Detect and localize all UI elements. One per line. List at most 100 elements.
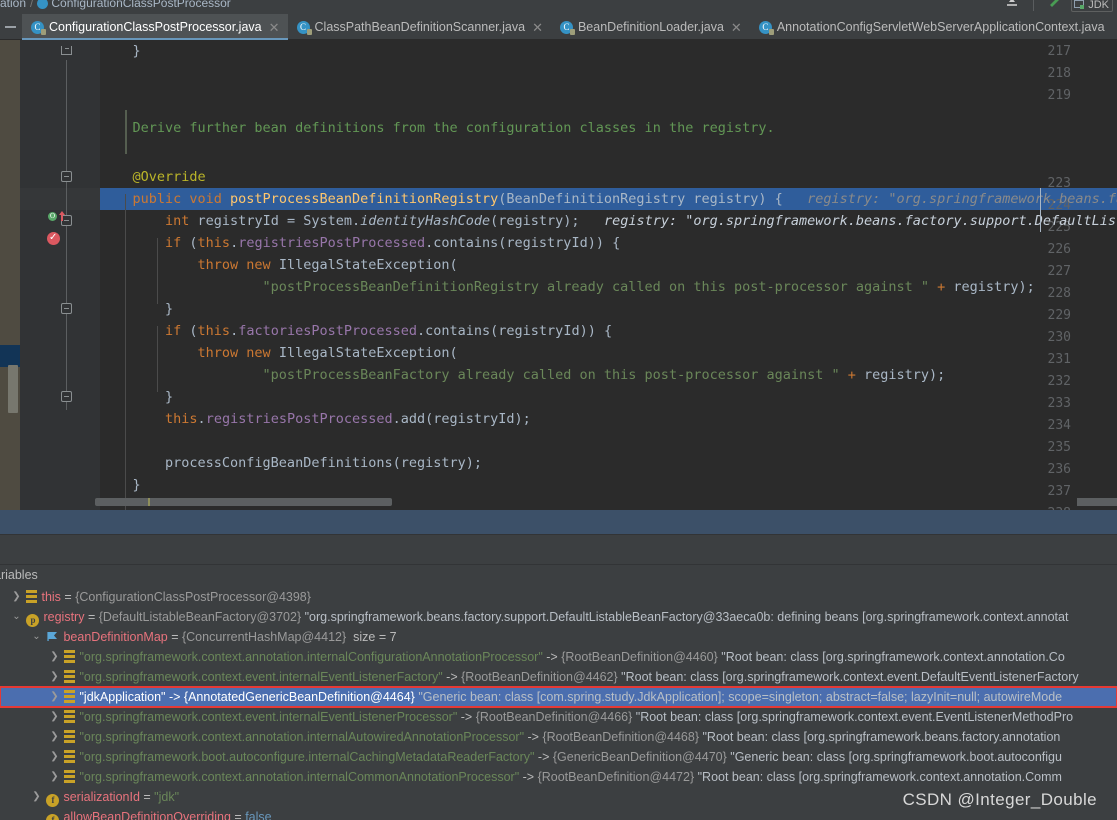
toolbar-icons: JDK [999,0,1113,13]
map-value-ref: {RootBeanDefinition@4466} [475,710,633,724]
scrollbar-marker [148,498,150,506]
map-entry-row[interactable]: ❯ "org.springframework.context.annotatio… [0,727,1117,747]
map-key: "org.springframework.context.annotation.… [79,770,520,784]
jdk-selector[interactable]: JDK [1071,0,1113,12]
code-line-236: processConfigBeanDefinitions(registry); [100,455,483,471]
tab-scroll-left[interactable] [0,14,22,39]
code-line-237: } [100,477,141,493]
chevron-right-icon[interactable]: ❯ [30,787,43,807]
fold-marker-230[interactable] [61,303,72,314]
vertical-scrollbar-thumb[interactable] [8,365,18,413]
variable-name: registry [43,610,85,624]
tab-label: BeanDefinitionLoader.java [577,20,724,34]
branch-icon[interactable] [1048,0,1062,13]
upload-icon[interactable] [1004,0,1020,13]
breakpoint-icon[interactable] [47,231,60,245]
horizontal-scrollbar[interactable] [95,498,1117,506]
close-icon[interactable]: ✕ [269,21,280,34]
stack-icon [64,710,76,723]
chevron-right-icon[interactable]: ❯ [48,747,61,767]
class-icon [37,0,49,9]
fold-marker-method-224[interactable] [61,171,72,182]
variable-string: "org.springframework.beans.factory.suppo… [304,610,1069,624]
map-arrow: -> [442,670,462,684]
map-entry-row[interactable]: ❯ "org.springframework.context.annotatio… [0,767,1117,787]
variable-name: beanDefinitionMap [63,630,168,644]
variable-row-this[interactable]: ❯ this = {ConfigurationClassPostProcesso… [0,587,1117,607]
breadcrumb[interactable]: ation / ConfigurationClassPostProcessor [0,0,231,10]
code-line-230: if (this.factoriesPostProcessed.contains… [100,323,613,339]
breadcrumb-current[interactable]: ConfigurationClassPostProcessor [51,0,230,10]
map-value-ref: {RootBeanDefinition@4460} [561,650,718,664]
tab-label: ClassPathBeanDefinitionScanner.java [314,20,526,34]
field-icon: f [46,814,60,820]
variables-tree[interactable]: ❯ this = {ConfigurationClassPostProcesso… [0,587,1117,820]
map-value-string: "Root bean: class [org.springframework.c… [635,710,1074,724]
map-arrow: -> [519,770,538,784]
breadcrumb-separator: / [30,0,34,10]
map-entry-row-jdkapplication[interactable]: ❯ "jdkApplication" -> {AnnotatedGenericB… [0,686,1117,708]
breadcrumb-prefix[interactable]: ation [0,0,26,10]
tab-beandefinitionloader[interactable]: C BeanDefinitionLoader.java ✕ [551,14,750,40]
chevron-down-icon[interactable]: ⌄ [10,607,23,627]
scrollbar-right-segment[interactable] [1077,498,1117,506]
chevron-right-icon[interactable]: ❯ [10,587,23,607]
chevron-right-icon[interactable]: ❯ [48,707,61,727]
chevron-right-icon[interactable]: ❯ [48,727,61,747]
map-value-string: "Root bean: class [org.springframework.b… [702,730,1061,744]
map-key: "org.springframework.boot.autoconfigure.… [79,750,535,764]
equals-sign: = [139,790,155,804]
fold-marker-end-217[interactable] [61,46,72,55]
override-method-icon[interactable]: O [48,212,57,221]
map-entry-row[interactable]: ❯ "org.springframework.context.event.int… [0,707,1117,727]
tab-classpathbeandefinitionscanner[interactable]: C ClassPathBeanDefinitionScanner.java ✕ [288,14,551,40]
map-value-string: "Generic bean: class [com.spring.study.J… [418,690,1063,704]
tab-annotationconfigservletwebserverapplicationcontext[interactable]: C AnnotationConfigServletWebServerApplic… [750,14,1113,40]
chevron-down-icon[interactable]: ⌄ [30,627,43,647]
map-key: "org.springframework.context.event.inter… [79,670,443,684]
variable-row-registry[interactable]: ⌄ p registry = {DefaultListableBeanFactor… [0,607,1117,627]
tab-configurationclasspostprocessor[interactable]: C ConfigurationClassPostProcessor.java ✕ [22,14,288,40]
fold-marker-237[interactable] [61,391,72,402]
map-key: "jdkApplication" [79,690,166,704]
code-line-javadoc: Derive further bean definitions from the… [100,117,775,139]
map-entry-row[interactable]: ❯ "org.springframework.context.annotatio… [0,647,1117,667]
horizontal-scrollbar-thumb[interactable] [95,498,392,506]
map-entry-row[interactable]: ❯ "org.springframework.context.event.int… [0,667,1117,687]
inline-hint-224: registry: "org.springframework.beans.fac… [807,191,1117,207]
chevron-right-icon[interactable]: ❯ [48,667,61,687]
map-entry-row[interactable]: ❯ "org.springframework.boot.autoconfigur… [0,747,1117,767]
override-arrow-icon [59,211,65,221]
watermark: CSDN @Integer_Double [902,790,1097,809]
variables-panel[interactable]: ariables ❯ this = {ConfigurationClassPos… [0,565,1117,820]
map-arrow: -> [534,750,553,764]
code-editor[interactable]: O 217 218 219 223 224 225 226 227 228 22… [0,40,1117,510]
variable-name: allowBeanDefinitionOverriding [63,810,231,820]
editor-gutter[interactable] [20,40,100,510]
stack-icon [64,750,76,763]
code-line-226: if (this.registriesPostProcessed.contain… [100,235,621,251]
tab-label: AnnotationConfigServletWebServerApplicat… [776,20,1105,34]
variable-string: "jdk" [154,790,180,804]
chevron-right-icon[interactable]: ❯ [48,687,61,707]
close-icon[interactable]: ✕ [731,21,742,34]
stack-icon [26,590,38,603]
variable-value: {DefaultListableBeanFactory@3702} [98,610,302,624]
chevron-right-icon[interactable]: ❯ [48,647,61,667]
marker-highlight [0,345,20,367]
selected-frame-band[interactable] [0,510,1117,534]
code-text-area[interactable]: } Derive further bean definitions from t… [100,40,1117,510]
variable-row-beandefinitionmap[interactable]: ⌄ beanDefinitionMap = {ConcurrentHashMap… [0,627,1117,647]
close-icon[interactable]: ✕ [532,21,543,34]
chevron-right-icon[interactable]: ❯ [48,767,61,787]
map-value-string: "Root bean: class [org.springframework.c… [721,650,1065,664]
java-class-icon: C [296,20,312,35]
map-value-string: "Generic bean: class [org.springframewor… [730,750,1062,764]
map-value-string: "Root bean: class [org.springframework.c… [697,770,1062,784]
variable-value: {ConcurrentHashMap@4412} [181,630,347,644]
current-line-gutter-highlight [20,188,100,210]
editor-marker-strip[interactable] [0,40,20,510]
map-arrow: -> [542,650,562,664]
stack-icon [64,670,76,683]
java-class-icon: C [559,20,575,35]
